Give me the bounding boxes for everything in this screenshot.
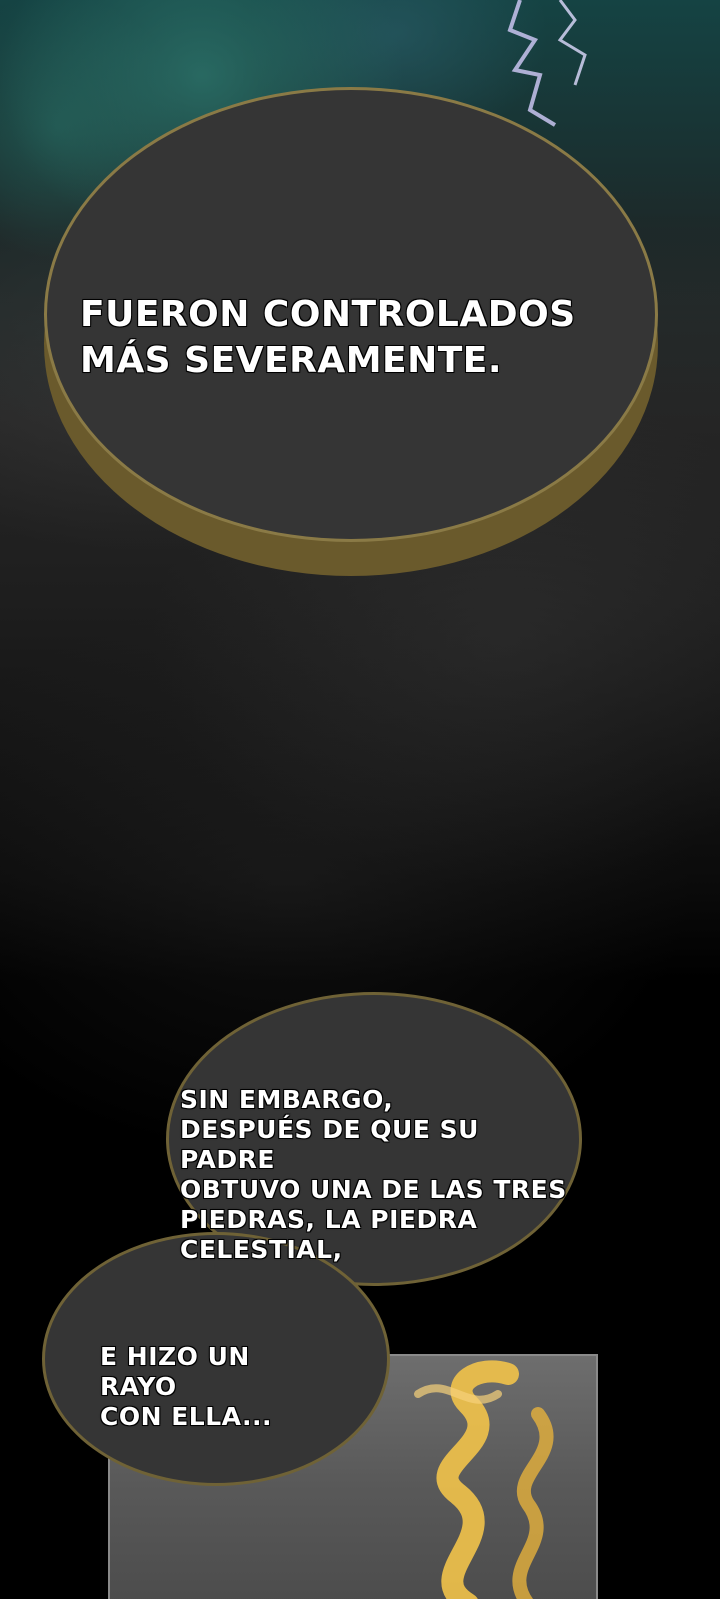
bubble-2-text: SIN EMBARGO, DESPUÉS DE QUE SU PADRE OBT… [180,1085,567,1264]
comic-page: FUERON CONTROLADOS MÁS SEVERAMENTE. SIN … [0,0,720,1599]
bubble-1-text: FUERON CONTROLADOS MÁS SEVERAMENTE. [80,294,576,381]
lightning-art [507,0,587,127]
bubble-3-text: E HIZO UN RAYO CON ELLA... [100,1342,272,1431]
